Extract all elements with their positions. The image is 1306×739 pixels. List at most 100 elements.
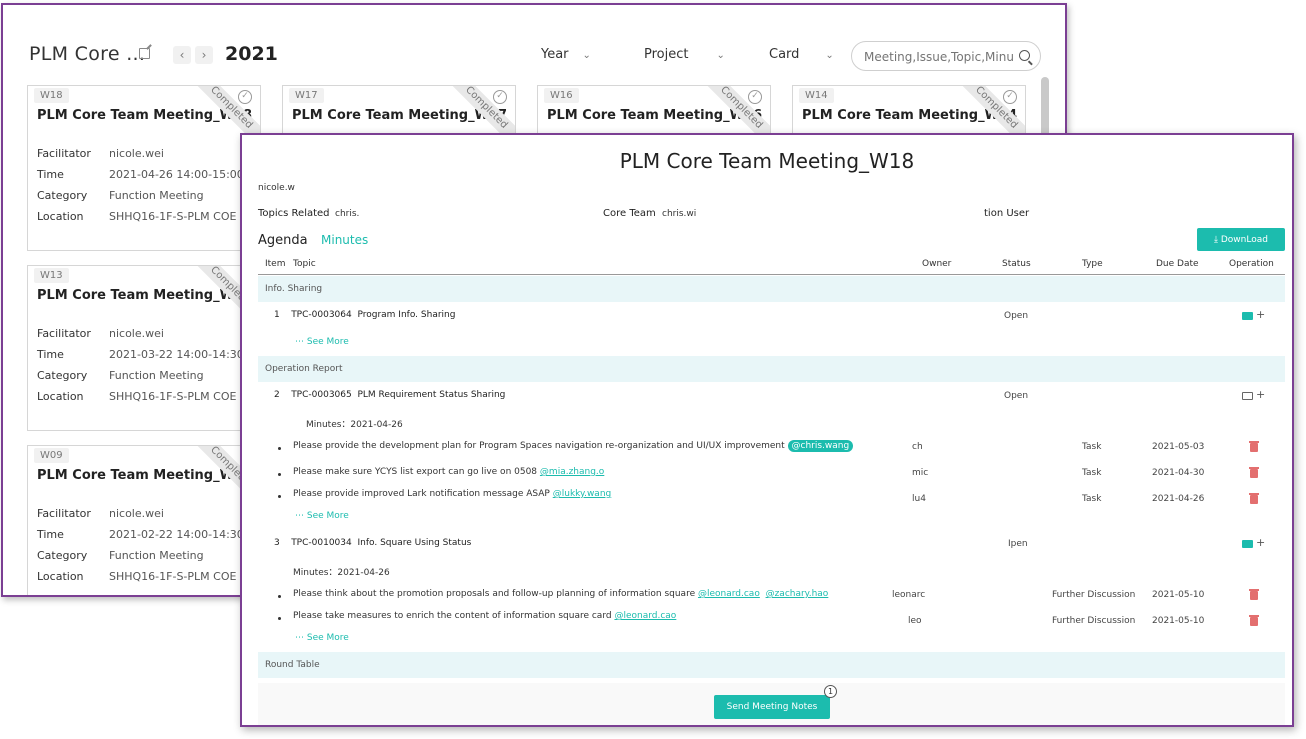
action-item-text: Please provide improved Lark notificatio… (293, 489, 612, 499)
time-row: Time 2021-03-22 14:00-14:30 (37, 348, 244, 361)
topic-status: Open (1004, 311, 1029, 321)
facilitator-row: Facilitator nicole.wei (37, 147, 164, 160)
action-item-text: Please take measures to enrich the conte… (293, 611, 677, 621)
section-info-sharing: Info. Sharing (258, 276, 1285, 302)
header-item: Item (265, 259, 286, 269)
scrollbar[interactable] (1041, 77, 1049, 141)
add-icon[interactable]: + (1256, 389, 1265, 400)
minutes-date: Minutes：2021-04-26 (306, 420, 403, 430)
core-team-label: Core Team (603, 208, 656, 219)
see-more-link[interactable]: ⋯ See More (295, 633, 349, 643)
section-round-table: Round Table (258, 652, 1285, 678)
tab-agenda[interactable]: Agenda (258, 233, 308, 248)
header-divider (258, 274, 1285, 275)
week-badge: W14 (799, 88, 834, 103)
check-circle-icon: ✓ (493, 90, 507, 104)
search-box (851, 41, 1041, 71)
chevron-down-icon: ⌄ (716, 50, 725, 61)
add-icon[interactable]: + (1256, 537, 1265, 548)
meeting-card-w18[interactable]: W18 PLM Core Team Meeting_W18 Completed … (27, 85, 261, 251)
trash-icon[interactable] (1249, 615, 1259, 626)
action-due-date: 2021-04-30 (1152, 468, 1205, 478)
card-title: PLM Core Team Meeting_W13 (37, 288, 253, 303)
trash-icon[interactable] (1249, 467, 1259, 478)
action-due-date: 2021-05-03 (1152, 442, 1205, 452)
card-title: PLM Core Team Meeting_W18 (37, 108, 253, 123)
week-badge: W09 (34, 448, 69, 463)
card-title: PLM Core Team Meeting_W17 (292, 108, 508, 123)
year-filter[interactable]: Year ⌄ (541, 47, 591, 62)
meeting-card-w09[interactable]: W09 PLM Core Team Meeting_W09 Completed … (27, 445, 261, 595)
location-row: Location SHHQ16-1F-S-PLM COE (37, 390, 237, 403)
week-badge: W16 (544, 88, 579, 103)
trash-icon[interactable] (1249, 493, 1259, 504)
action-due-date: 2021-04-26 (1152, 494, 1205, 504)
time-row: Time 2021-04-26 14:00-15:00 (37, 168, 244, 181)
action-due-date: 2021-05-10 (1152, 590, 1205, 600)
section-operation-report: Operation Report (258, 356, 1285, 382)
download-button[interactable]: ⤓ DownLoad (1197, 228, 1285, 251)
meeting-card-w13[interactable]: W13 PLM Core Team Meeting_W13 Completed … (27, 265, 261, 431)
header-topic: Topic (293, 259, 316, 269)
action-type: Further Discussion (1052, 590, 1136, 600)
card-title: PLM Core Team Meeting_W09 (37, 468, 253, 483)
search-icon[interactable] (1019, 50, 1030, 61)
bullet-icon (278, 617, 281, 620)
next-year-button[interactable]: › (195, 46, 213, 64)
category-row: Category Function Meeting (37, 369, 204, 382)
location-row: Location SHHQ16-1F-S-PLM COE (37, 210, 237, 223)
trash-icon[interactable] (1249, 441, 1259, 452)
minutes-date: Minutes：2021-04-26 (293, 568, 390, 578)
meeting-title: PLM Core Team Meeting_W18 (619, 149, 915, 173)
action-owner: mic (912, 468, 929, 478)
bullet-icon (278, 473, 281, 476)
header-type: Type (1082, 259, 1103, 269)
trash-icon[interactable] (1249, 589, 1259, 600)
header-operation: Operation (1229, 259, 1274, 269)
category-row: Category Function Meeting (37, 549, 204, 562)
edit-icon[interactable] (139, 48, 150, 59)
action-owner: leo (908, 616, 922, 626)
facilitator-row: Facilitator nicole.wei (37, 507, 164, 520)
core-team-value: chris.wi (662, 209, 697, 219)
send-meeting-notes-button[interactable]: Send Meeting Notes (714, 695, 830, 719)
see-more-link[interactable]: ⋯ See More (295, 337, 349, 347)
search-input[interactable] (864, 48, 1014, 65)
action-type: Task (1082, 468, 1102, 478)
check-circle-icon: ✓ (238, 90, 252, 104)
add-icon[interactable]: + (1256, 309, 1265, 320)
see-more-link[interactable]: ⋯ See More (295, 511, 349, 521)
notification-user-label: tion User (984, 208, 1030, 219)
bullet-icon (278, 495, 281, 498)
project-filter[interactable]: Project ⌄ (644, 47, 725, 62)
tab-minutes[interactable]: Minutes (321, 233, 368, 247)
series-title: PLM Core ... (29, 43, 146, 65)
facilitator-row: Facilitator nicole.wei (37, 327, 164, 340)
meeting-detail-window: PLM Core Team Meeting_W18 nicole.w Topic… (240, 133, 1294, 727)
card-filter[interactable]: Card ⌄ (769, 47, 834, 62)
check-circle-icon: ✓ (1003, 90, 1017, 104)
topic-row[interactable]: 3 TPC-0010034 Info. Square Using Status (274, 538, 471, 548)
prev-year-button[interactable]: ‹ (173, 46, 191, 64)
chevron-down-icon: ⌄ (582, 50, 591, 61)
header-due-date: Due Date (1156, 259, 1199, 269)
action-owner: ch (912, 442, 923, 452)
check-circle-icon: ✓ (748, 90, 762, 104)
header-status: Status (1002, 259, 1031, 269)
week-badge: W17 (289, 88, 324, 103)
folder-icon[interactable] (1242, 312, 1253, 320)
facilitator-value: nicole.w (258, 183, 295, 193)
topics-related-value: chris. (335, 209, 360, 219)
topic-row[interactable]: 2 TPC-0003065 PLM Requirement Status Sha… (274, 390, 505, 400)
chevron-down-icon: ⌄ (825, 50, 834, 61)
location-row: Location SHHQ16-1F-S-PLM COE (37, 570, 237, 583)
topic-status: Open (1004, 391, 1029, 401)
time-row: Time 2021-02-22 14:00-14:30 (37, 528, 244, 541)
week-badge: W13 (34, 268, 69, 283)
topic-row[interactable]: 1 TPC-0003064 Program Info. Sharing (274, 310, 455, 320)
folder-icon[interactable] (1242, 540, 1253, 548)
week-badge: W18 (34, 88, 69, 103)
header-owner: Owner (922, 259, 952, 269)
topics-related-label: Topics Related (258, 208, 330, 219)
folder-outline-icon[interactable] (1242, 392, 1253, 400)
